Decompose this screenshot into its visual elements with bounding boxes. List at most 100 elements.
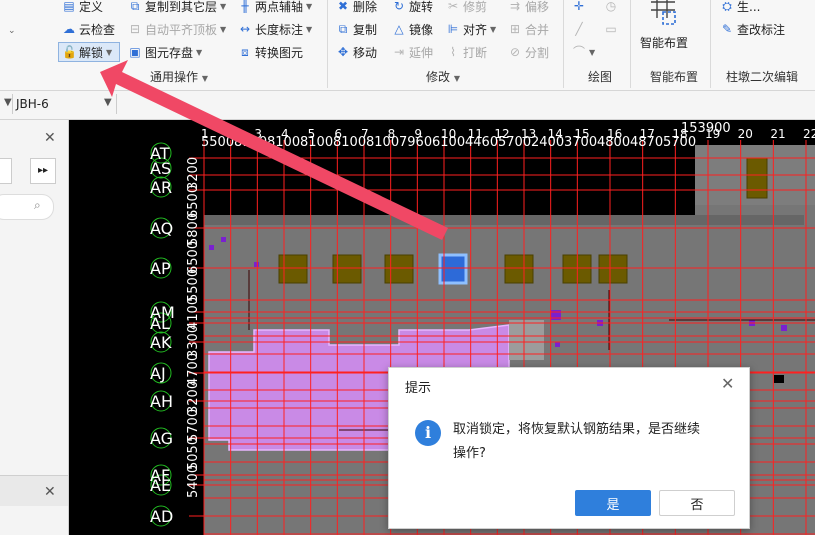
axis-label-left: AP — [150, 259, 171, 278]
align-icon: ⊫ — [447, 22, 459, 36]
dimension-label-top: 8100 — [333, 135, 366, 150]
no-button[interactable]: 否 — [659, 490, 735, 516]
info-icon: i — [415, 420, 441, 446]
generate-icon: ⛭ — [722, 0, 732, 13]
dimension-label-top: 4460 — [465, 135, 498, 150]
smart-layout-button[interactable]: 智能布置 — [640, 32, 688, 52]
slab-edge — [204, 215, 804, 225]
panel-header — [0, 475, 68, 506]
merge-button[interactable]: ⊞ 合并 — [508, 19, 549, 39]
merge-icon: ⊞ — [509, 22, 521, 36]
axis-label-left: AK — [150, 333, 172, 352]
extend-icon: ⇥ — [393, 45, 405, 59]
dimension-label-left: 5400 — [186, 465, 201, 498]
group-label-modify: 修改 ▼ — [426, 70, 460, 84]
rectangle-icon: ▭ — [605, 22, 617, 36]
define-button[interactable]: ▤ 定义 — [62, 0, 103, 16]
divider — [12, 94, 13, 114]
group-label-draw: 绘图 — [588, 70, 613, 84]
divider — [710, 0, 711, 88]
chevron-down-icon[interactable]: ▼ — [104, 97, 112, 108]
column — [746, 157, 768, 199]
trim-button[interactable]: ✂ 修剪 — [446, 0, 487, 16]
point-tool-button[interactable]: ✛ — [572, 0, 586, 16]
axis-icon: ╫ — [241, 0, 249, 13]
copy-button[interactable]: ⧉ 复制 — [336, 19, 377, 39]
axis-label-top: 20 — [738, 127, 753, 141]
dimension-label-top: 5700 — [663, 135, 696, 150]
dimension-label-top: 2400 — [531, 135, 564, 150]
unlock-button[interactable]: 🔓 解锁 ▼ — [58, 42, 120, 62]
chevron-down-icon: ▼ — [220, 24, 227, 34]
view-label-button[interactable]: ✎ 查改标注 — [720, 19, 785, 39]
mirror-button[interactable]: △ 镜像 — [392, 19, 433, 39]
close-icon[interactable]: ✕ — [44, 130, 56, 146]
expand-button[interactable]: ▸▸ — [30, 158, 56, 184]
yes-button[interactable]: 是 — [575, 490, 651, 516]
dimension-label-top: 5500 — [201, 135, 234, 150]
dialog-message-line: 取消锁定，将恢复默认钢筋结果，是否继续 — [453, 422, 701, 437]
copy-to-floor-button[interactable]: ⧉ 复制到其它层 ▼ — [128, 0, 226, 16]
align-button[interactable]: ⊫ 对齐 ▼ — [446, 19, 496, 39]
dimension-label-top: 4800 — [597, 135, 630, 150]
smart-layout-icon[interactable] — [645, 0, 681, 30]
divider — [563, 0, 564, 88]
flat-top-icon: ⊟ — [129, 22, 141, 36]
chevron-down-icon: ▼ — [306, 1, 313, 11]
dimension-label-top: 153900 — [681, 121, 731, 136]
panel-button[interactable] — [0, 158, 12, 184]
chevron-down-icon: ▼ — [589, 47, 596, 57]
unlock-icon: 🔓 — [62, 45, 77, 59]
length-label-button[interactable]: ↔ 长度标注 ▼ — [238, 19, 312, 39]
break-button[interactable]: ⌇ 打断 — [446, 42, 487, 62]
extend-button[interactable]: ⇥ 延伸 — [392, 42, 433, 62]
rotate-button[interactable]: ↻ 旋转 — [392, 0, 433, 16]
chevron-down-icon: ▼ — [306, 24, 313, 34]
copy-icon: ⧉ — [338, 22, 348, 36]
search-input[interactable] — [0, 194, 54, 220]
chevron-down-icon[interactable]: ⌄ — [8, 26, 16, 36]
cloud-icon: ☁ — [63, 22, 75, 36]
dimension-label-top: 6100 — [432, 135, 465, 150]
convert-icon: ⧈ — [241, 45, 249, 59]
arc-draw-button[interactable]: ⌒ ▼ — [572, 42, 595, 62]
component-name-select[interactable]: JBH-6 — [16, 97, 49, 111]
column — [384, 254, 414, 284]
rect-tool-button[interactable]: ▭ — [604, 19, 618, 39]
column — [504, 254, 534, 284]
length-icon: ↔ — [239, 22, 251, 36]
cloud-check-button[interactable]: ☁ 云检查 — [62, 19, 115, 39]
confirm-dialog: 提示 ✕ i 取消锁定，将恢复默认钢筋结果，是否继续 操作? 是 否 — [388, 367, 750, 529]
copy-floor-icon: ⧉ — [130, 0, 140, 13]
dialog-message: 取消锁定，将恢复默认钢筋结果，是否继续 操作? — [453, 418, 700, 466]
arc-icon: ⌒ — [572, 45, 585, 59]
move-icon: ✥ — [337, 45, 349, 59]
generate-button[interactable]: ⛭ 生... — [720, 0, 760, 16]
convert-component-button[interactable]: ⧈ 转换图元 — [238, 42, 303, 62]
chevron-down-icon[interactable]: ▼ — [4, 97, 12, 108]
delete-button[interactable]: ✖ 删除 — [336, 0, 377, 16]
close-icon[interactable]: ✕ — [44, 484, 56, 500]
axis-label-top: 22 — [803, 127, 815, 141]
define-icon: ▤ — [63, 0, 75, 13]
offset-button[interactable]: ⇉ 偏移 — [508, 0, 549, 16]
dimension-label-top: 5700 — [498, 135, 531, 150]
property-bar: ▼ JBH-6 ▼ — [0, 91, 815, 120]
marker — [774, 375, 784, 383]
line-icon: ╱ — [575, 22, 583, 36]
axis-label-top: 21 — [770, 127, 785, 141]
axis-label-left: AS — [150, 159, 171, 178]
auto-flat-top-button[interactable]: ⊟ 自动平齐顶板 ▼ — [128, 19, 226, 39]
search-icon[interactable]: ⌕ — [34, 198, 41, 213]
arc-tool-button[interactable]: ◷ — [604, 0, 618, 16]
split-button[interactable]: ⊘ 分割 — [508, 42, 549, 62]
dimension-label-top: 3700 — [564, 135, 597, 150]
break-icon: ⌇ — [450, 45, 456, 59]
line-tool-button[interactable]: ╱ — [572, 19, 586, 39]
move-button[interactable]: ✥ 移动 — [336, 42, 377, 62]
divider — [327, 0, 328, 88]
two-point-axis-button[interactable]: ╫ 两点辅轴 ▼ — [238, 0, 312, 16]
close-icon[interactable]: ✕ — [721, 374, 734, 393]
chevron-down-icon: ▼ — [196, 47, 203, 57]
component-save-button[interactable]: ▣ 图元存盘 ▼ — [128, 42, 202, 62]
